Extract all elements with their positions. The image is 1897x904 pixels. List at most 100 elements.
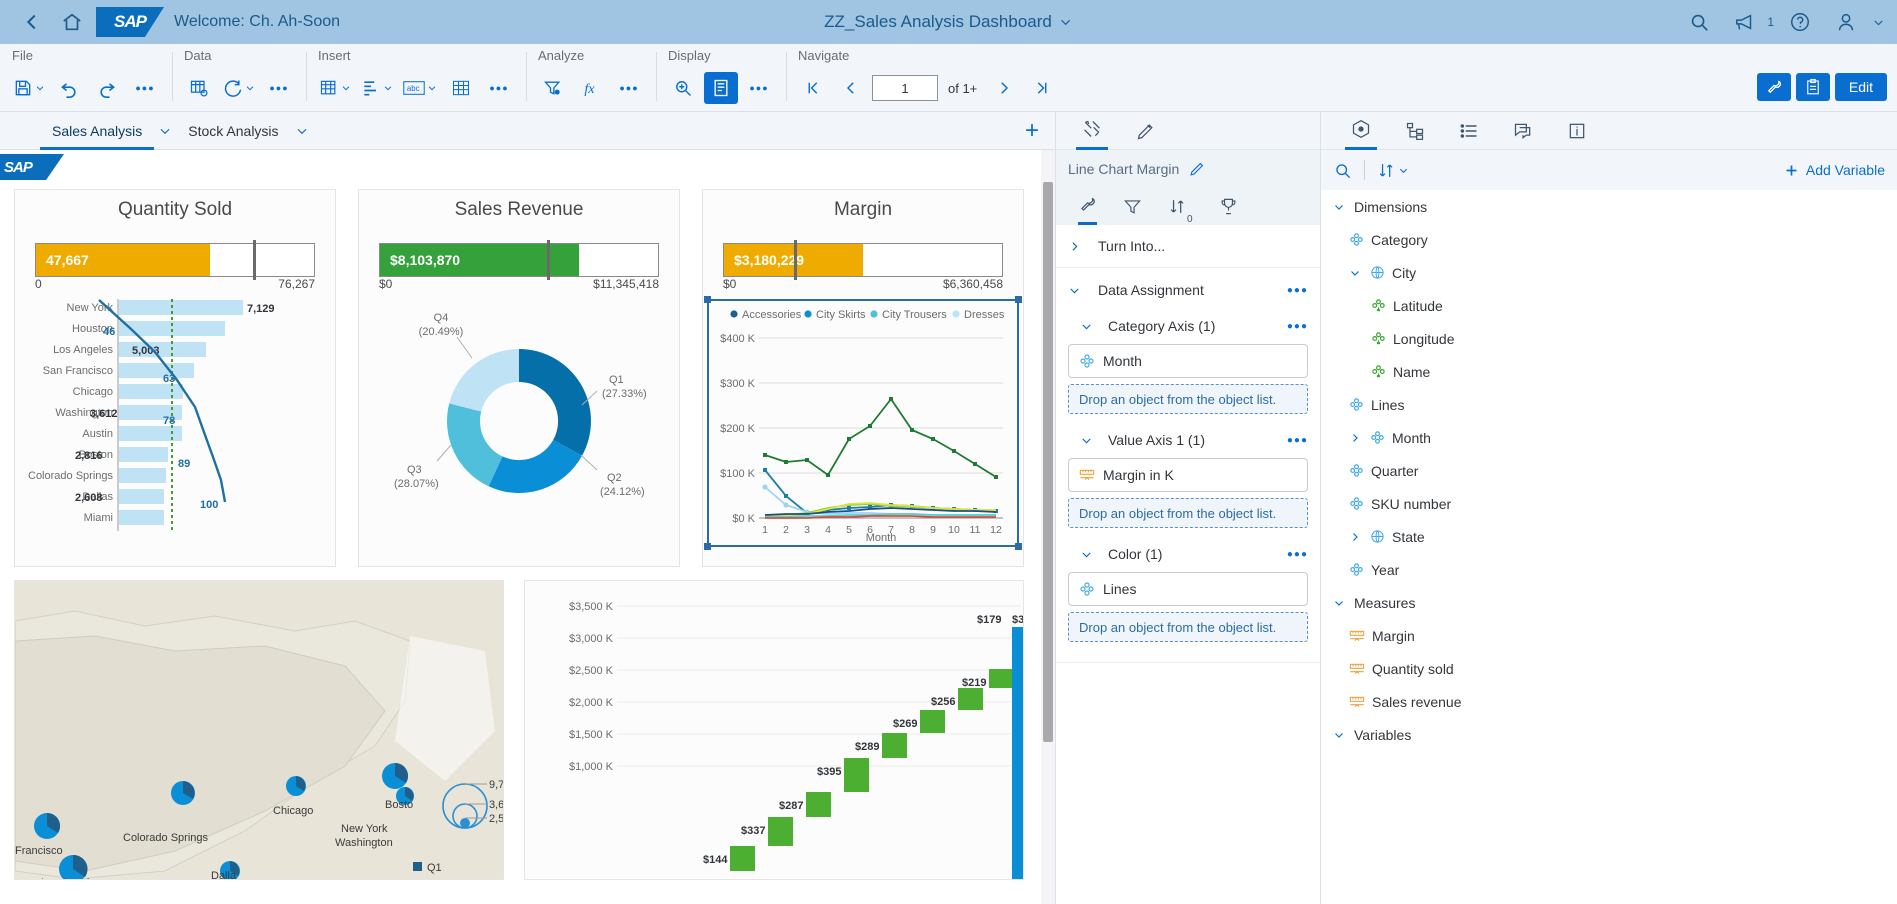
tree-node-sku-number[interactable]: SKU number: [1321, 487, 1897, 520]
tree-node-variables[interactable]: Variables: [1321, 718, 1897, 751]
comments-tab-icon[interactable]: [1507, 112, 1539, 150]
tile-margin[interactable]: Margin $3,180,229 $0 $6,360,458 Access: [702, 189, 1024, 567]
filter-icon[interactable]: [536, 72, 570, 104]
more-icon[interactable]: ●●●: [1287, 321, 1308, 332]
chevron-right-icon[interactable]: [1347, 531, 1363, 543]
chevron-down-icon[interactable]: [1347, 267, 1363, 279]
tab-sales-analysis[interactable]: Sales Analysis: [40, 112, 154, 150]
add-tab-button[interactable]: +: [1009, 117, 1055, 145]
info-tab-icon[interactable]: [1561, 112, 1593, 150]
chart-icon[interactable]: [358, 72, 396, 104]
clipboard-icon[interactable]: [1796, 73, 1830, 101]
search-icon[interactable]: [1679, 2, 1719, 42]
tree-node-longitude[interactable]: Longitude: [1321, 322, 1897, 355]
turn-into-row[interactable]: Turn Into...: [1056, 225, 1320, 268]
tree-node-margin[interactable]: Margin: [1321, 619, 1897, 652]
document-title-menu[interactable]: ZZ_Sales Analysis Dashboard: [824, 12, 1073, 32]
user-avatar-icon[interactable]: [1826, 2, 1866, 42]
tree-node-latitude[interactable]: Latitude: [1321, 289, 1897, 322]
data-grid-icon[interactable]: [182, 72, 216, 104]
tab-stock-analysis[interactable]: Stock Analysis: [176, 112, 290, 150]
home-icon[interactable]: [52, 2, 92, 42]
tree-node-category[interactable]: Category: [1321, 223, 1897, 256]
text-icon[interactable]: abc: [400, 72, 440, 104]
dropzone-color[interactable]: Drop an object from the object list.: [1068, 612, 1308, 642]
table-icon[interactable]: [316, 72, 354, 104]
sort-icon[interactable]: 0: [1168, 187, 1193, 225]
first-page-icon[interactable]: [796, 72, 830, 104]
search-icon[interactable]: [1333, 161, 1352, 180]
page-layout-icon[interactable]: [704, 72, 738, 104]
report-canvas[interactable]: SAP Quantity Sold 47,667 0 76,267: [0, 150, 1055, 904]
help-icon[interactable]: [1780, 2, 1820, 42]
list-tab-icon[interactable]: [1453, 112, 1485, 150]
page-number-input[interactable]: [872, 75, 938, 101]
category-axis-group[interactable]: Category Axis (1) ●●●: [1056, 308, 1320, 344]
redo-icon[interactable]: [90, 72, 124, 104]
waterfall-chart[interactable]: $3,500 K $3,000 K $2,500 K $2,000 K $1,5…: [525, 581, 1023, 879]
chevron-right-icon[interactable]: [1347, 432, 1363, 444]
tree-node-city[interactable]: City: [1321, 256, 1897, 289]
more-icon[interactable]: ●●●: [1287, 549, 1308, 560]
save-icon[interactable]: [10, 72, 48, 104]
value-axis-group[interactable]: Value Axis 1 (1) ●●●: [1056, 422, 1320, 458]
canvas-scroll-thumb[interactable]: [1043, 182, 1053, 742]
tree-node-lines[interactable]: Lines: [1321, 388, 1897, 421]
dropzone-category-axis[interactable]: Drop an object from the object list.: [1068, 384, 1308, 414]
tree-node-state[interactable]: State: [1321, 520, 1897, 553]
next-page-icon[interactable]: [987, 72, 1021, 104]
chevron-down-icon[interactable]: [154, 124, 176, 138]
chevron-down-icon[interactable]: [1331, 597, 1347, 609]
chip-lines[interactable]: Lines: [1068, 572, 1308, 606]
tree-node-name[interactable]: Name: [1321, 355, 1897, 388]
formula-icon[interactable]: fx: [574, 72, 608, 104]
build-wrench-icon[interactable]: [1078, 187, 1097, 225]
more-icon[interactable]: ●●●: [262, 72, 296, 104]
tile-sales-revenue[interactable]: Sales Revenue $8,103,870 $0 $11,345,418: [358, 189, 680, 567]
tree-node-sales-revenue[interactable]: Sales revenue: [1321, 685, 1897, 718]
tree-node-quarter[interactable]: Quarter: [1321, 454, 1897, 487]
last-page-icon[interactable]: [1025, 72, 1059, 104]
refresh-icon[interactable]: [220, 72, 258, 104]
geo-map-chart[interactable]: Chicago Bosto New York Washington Colora…: [15, 581, 503, 879]
wrench-icon[interactable]: [1757, 73, 1791, 101]
color-group[interactable]: Color (1) ●●●: [1056, 536, 1320, 572]
revenue-donut-chart[interactable]: Q4 (20.49%) Q1 (27.33%) Q2 (24.12%) Q3 (…: [359, 295, 679, 545]
back-chevron-icon[interactable]: [12, 2, 52, 42]
tree-node-year[interactable]: Year: [1321, 553, 1897, 586]
data-assignment-section[interactable]: Data Assignment ●●●: [1056, 268, 1320, 308]
quantity-bar-chart[interactable]: New York Houston Los Angeles San Francis…: [15, 295, 335, 545]
tree-node-quantity-sold[interactable]: Quantity sold: [1321, 652, 1897, 685]
more-icon[interactable]: ●●●: [612, 72, 646, 104]
selection-handle[interactable]: [1015, 543, 1022, 550]
chip-month[interactable]: Month: [1068, 344, 1308, 378]
chevron-down-icon[interactable]: [291, 124, 313, 138]
build-tab-icon[interactable]: [1076, 112, 1108, 150]
undo-icon[interactable]: [52, 72, 86, 104]
chevron-down-icon[interactable]: [1331, 729, 1347, 741]
chevron-down-icon[interactable]: [1331, 201, 1347, 213]
more-icon[interactable]: ●●●: [742, 72, 776, 104]
chip-margin-in-k[interactable]: Margin in K: [1068, 458, 1308, 492]
dropzone-value-axis[interactable]: Drop an object from the object list.: [1068, 498, 1308, 528]
margin-line-chart[interactable]: Accessories City Skirts City Trousers Dr…: [709, 301, 1007, 541]
grid-icon[interactable]: [444, 72, 478, 104]
sort-icon[interactable]: [1377, 161, 1409, 180]
more-icon[interactable]: ●●●: [482, 72, 516, 104]
tile-geo-map[interactable]: Chicago Bosto New York Washington Colora…: [14, 580, 504, 880]
tree-node-measures[interactable]: Measures: [1321, 586, 1897, 619]
more-icon[interactable]: ●●●: [1287, 435, 1308, 446]
ranking-icon[interactable]: [1219, 187, 1238, 225]
filter-icon[interactable]: [1123, 187, 1142, 225]
selection-handle[interactable]: [704, 543, 711, 550]
canvas-scrollbar[interactable]: [1041, 150, 1055, 904]
selection-handle[interactable]: [704, 296, 711, 303]
chevron-down-icon[interactable]: [1872, 16, 1885, 29]
megaphone-icon[interactable]: [1725, 2, 1765, 42]
selection-handle[interactable]: [1015, 296, 1022, 303]
add-variable-button[interactable]: Add Variable: [1783, 162, 1885, 179]
objects-tab-icon[interactable]: [1345, 112, 1377, 150]
tile-quantity-sold[interactable]: Quantity Sold 47,667 0 76,267 New York H…: [14, 189, 336, 567]
tree-node-dimensions[interactable]: Dimensions: [1321, 190, 1897, 223]
format-tab-icon[interactable]: [1130, 112, 1162, 150]
